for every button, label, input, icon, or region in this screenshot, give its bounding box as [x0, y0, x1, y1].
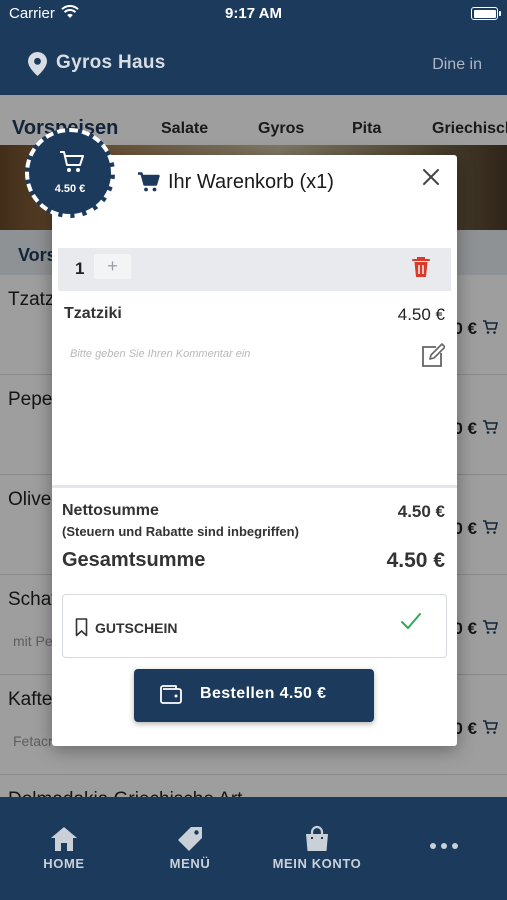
edit-comment-icon[interactable] [421, 342, 445, 368]
clock: 9:17 AM [225, 5, 282, 22]
shopping-cart-icon [138, 172, 160, 192]
net-total-value: 4.50 € [397, 502, 445, 521]
tab-home-label: HOME [43, 856, 85, 871]
voucher-label: GUTSCHEIN [95, 620, 178, 636]
status-bar: Carrier 9:17 AM [0, 0, 507, 30]
grand-total-value: 4.50 € [386, 549, 445, 572]
modal-header: Ihr Warenkorb (x1) [138, 170, 334, 194]
tag-icon [178, 827, 202, 851]
cart-badge[interactable]: 4.50 € [25, 128, 115, 218]
home-icon [51, 827, 77, 851]
tax-note: (Steuern und Rabatte sind inbegriffen) [62, 524, 299, 539]
divider [52, 485, 457, 488]
bottom-tab-bar: HOME MENÜ MEIN KONTO [0, 797, 507, 900]
cart-item-name: Tzatziki [64, 305, 122, 322]
increase-quantity-button[interactable]: + [94, 254, 131, 279]
tab-menu[interactable]: MENÜ [135, 825, 245, 871]
voucher-field[interactable]: GUTSCHEIN [62, 594, 447, 658]
cart-item-price: 4.50 € [397, 305, 445, 324]
quantity-bar: 1 + [58, 248, 451, 291]
shopping-cart-icon [60, 151, 84, 172]
wallet-icon [160, 685, 182, 704]
bookmark-icon [75, 618, 88, 637]
grand-total-label: Gesamtsumme [62, 549, 206, 571]
close-icon[interactable] [421, 167, 441, 187]
battery-icon [471, 7, 501, 20]
check-icon[interactable] [400, 610, 422, 632]
shopping-bag-icon [306, 825, 328, 851]
cart-badge-amount: 4.50 € [54, 183, 86, 195]
location-pin-icon [28, 52, 47, 76]
order-mode-toggle[interactable]: Dine in [432, 56, 482, 74]
net-total-label: Nettosumme [62, 502, 159, 519]
tab-account[interactable]: MEIN KONTO [262, 825, 372, 871]
place-order-label: Bestellen 4.50 € [200, 685, 327, 702]
tab-menu-label: MENÜ [169, 856, 211, 871]
trash-icon[interactable] [411, 256, 431, 278]
modal-title: Ihr Warenkorb (x1) [168, 170, 334, 193]
cart-modal: Ihr Warenkorb (x1) 1 + Tzatziki 4.50 € B… [52, 155, 457, 746]
app-header: Gyros Haus Dine in [0, 30, 507, 95]
quantity-value: 1 [75, 259, 85, 278]
tab-account-label: MEIN KONTO [272, 856, 362, 871]
comment-field[interactable]: Bitte geben Sie Ihren Kommentar ein [70, 348, 250, 360]
restaurant-name[interactable]: Gyros Haus [56, 52, 166, 74]
more-icon[interactable] [429, 842, 459, 850]
place-order-button[interactable]: Bestellen 4.50 € [134, 669, 374, 722]
tab-home[interactable]: HOME [9, 825, 119, 871]
